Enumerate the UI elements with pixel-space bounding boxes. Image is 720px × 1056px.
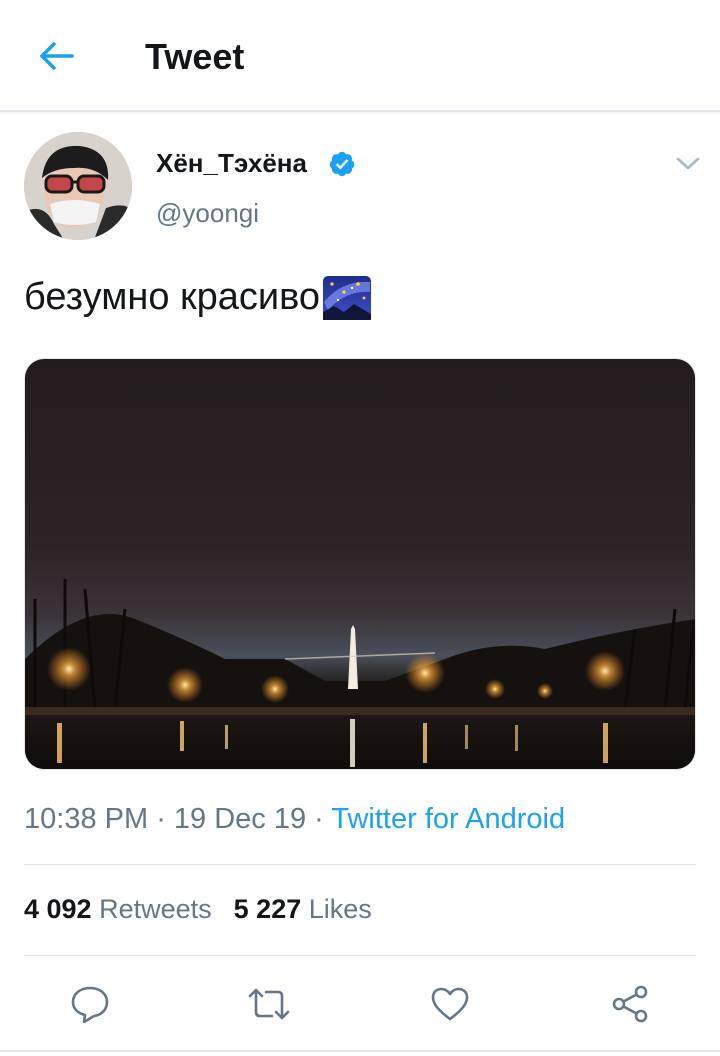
tweet-actions	[0, 978, 720, 1030]
reply-icon	[71, 986, 109, 1023]
like-button[interactable]	[424, 978, 476, 1030]
author-handle[interactable]: @yoongi	[156, 198, 259, 229]
share-icon	[612, 985, 648, 1023]
milky-way-emoji	[323, 276, 372, 320]
meta-separator: ·	[148, 803, 174, 835]
avatar[interactable]	[24, 132, 132, 240]
tweet-date: 19 Dec 19	[173, 803, 307, 835]
tweet-text: безумно красиво	[24, 275, 321, 318]
likes-count: 5 227	[233, 894, 302, 924]
retweet-icon	[248, 988, 290, 1020]
retweets-label: Retweets	[99, 894, 212, 924]
tweet-meta: 10:38 PM · 19 Dec 19 · Twitter for Andro…	[24, 803, 565, 836]
reply-button[interactable]	[64, 978, 116, 1030]
retweets-count: 4 092	[24, 894, 92, 924]
likes-label: Likes	[308, 894, 372, 924]
meta-separator: ·	[306, 803, 332, 835]
tweet-text-row: безумно красиво	[24, 272, 372, 322]
tweet-source-link[interactable]: Twitter for Android	[331, 803, 565, 835]
verified-badge-icon	[329, 151, 355, 177]
tweet-photo[interactable]	[24, 358, 696, 770]
arrow-left-icon	[40, 42, 74, 70]
retweet-button[interactable]	[243, 978, 295, 1030]
author-display-name[interactable]: Хён_Тэхёна	[156, 148, 307, 179]
tweet-options-button[interactable]	[672, 150, 704, 178]
divider	[24, 955, 696, 956]
likes-stat[interactable]: 5 227 Likes	[234, 894, 372, 924]
tweet-stats: 4 092 Retweets 5 227 Likes	[24, 894, 372, 925]
retweets-stat[interactable]: 4 092 Retweets	[24, 894, 212, 924]
divider	[24, 864, 696, 865]
chevron-down-icon	[676, 157, 700, 170]
back-button[interactable]	[30, 30, 82, 82]
share-button[interactable]	[604, 978, 656, 1030]
heart-icon	[431, 987, 469, 1021]
top-bar: Tweet	[0, 0, 720, 112]
page-title: Tweet	[145, 36, 245, 77]
bottom-divider	[0, 1050, 720, 1052]
tweet-time: 10:38 PM	[24, 803, 149, 835]
